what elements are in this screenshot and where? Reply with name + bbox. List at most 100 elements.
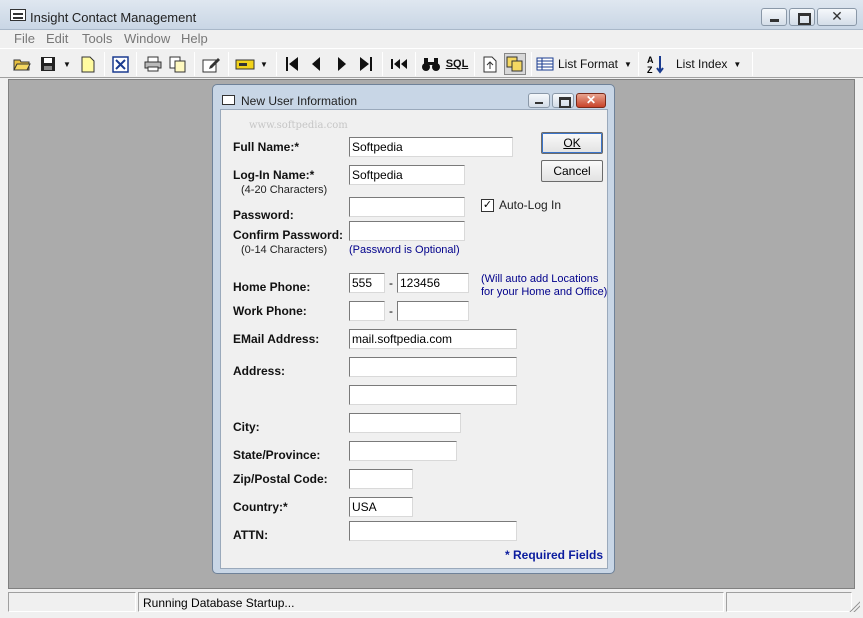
city-label: City:: [233, 420, 260, 434]
country-input[interactable]: [349, 497, 413, 517]
open-folder-icon[interactable]: [12, 53, 32, 75]
toolbar-separator: [531, 52, 532, 76]
app-title: Insight Contact Management: [30, 10, 197, 25]
print-icon[interactable]: [143, 53, 163, 75]
resize-grip-icon[interactable]: [848, 600, 860, 612]
confirm-password-input[interactable]: [349, 221, 465, 241]
email-input[interactable]: [349, 329, 517, 349]
password-optional-note: (Password is Optional): [349, 244, 460, 256]
sql-query-icon[interactable]: SQL: [445, 53, 469, 75]
password-hint: (0-14 Characters): [241, 244, 328, 256]
close-icon: ✕: [585, 93, 597, 107]
cancel-button[interactable]: Cancel: [541, 160, 603, 182]
work-phone-area-input[interactable]: [349, 301, 385, 321]
password-label: Password:: [233, 208, 294, 222]
phone-note-line-2: for your Home and Office): [481, 286, 608, 298]
toolbar-separator: [194, 52, 195, 76]
toolbar-separator: [382, 52, 383, 76]
toolbar-separator: [136, 52, 137, 76]
attn-label: ATTN:: [233, 528, 269, 542]
confirm-password-label: Confirm Password:: [233, 228, 344, 242]
toolbar-separator: [276, 52, 277, 76]
copy-icon[interactable]: [168, 53, 188, 75]
state-input[interactable]: [349, 441, 457, 461]
app-icon: [10, 9, 26, 21]
last-record-icon[interactable]: [356, 53, 376, 75]
menu-file[interactable]: File: [14, 31, 35, 46]
dialog-minimize-button[interactable]: [528, 93, 550, 108]
toolbar-separator: [752, 52, 753, 76]
country-label: Country:*: [233, 500, 288, 514]
home-phone-dash: -: [389, 276, 393, 290]
list-format-button[interactable]: List Format ▼: [536, 53, 632, 75]
full-name-input[interactable]: [349, 137, 513, 157]
toolbar-separator: [638, 52, 639, 76]
zip-input[interactable]: [349, 469, 413, 489]
menu-bar: File Edit Tools Window Help: [0, 30, 863, 48]
status-panel-left: [8, 592, 136, 612]
city-input[interactable]: [349, 413, 461, 433]
work-phone-number-input[interactable]: [397, 301, 469, 321]
svg-text:Z: Z: [647, 65, 653, 74]
required-fields-note: * Required Fields: [505, 548, 604, 562]
password-input[interactable]: [349, 197, 465, 217]
maximize-button[interactable]: [789, 8, 815, 26]
list-index-button[interactable]: List Index ▼: [676, 53, 748, 75]
login-hint: (4-20 Characters): [241, 184, 328, 196]
dialog-controls: ✕: [528, 93, 606, 108]
watermark: www.softpedia.com: [249, 120, 348, 131]
toggle-view-icon[interactable]: [504, 53, 526, 75]
state-label: State/Province:: [233, 448, 321, 462]
dialog-title: New User Information: [241, 94, 358, 108]
home-phone-label: Home Phone:: [233, 280, 311, 294]
menu-window[interactable]: Window: [124, 31, 170, 46]
save-dropdown-icon[interactable]: ▼: [60, 53, 72, 75]
dialog-body: www.softpedia.com Full Name:* Log-In Nam…: [220, 109, 608, 569]
label-dropdown-icon[interactable]: ▼: [257, 53, 269, 75]
dialog-close-button[interactable]: ✕: [576, 93, 606, 108]
dialog-maximize-button[interactable]: [552, 93, 574, 108]
window-controls: ✕: [761, 8, 857, 26]
new-user-dialog: New User Information ✕ www.softpedia.com…: [212, 84, 615, 574]
rewind-icon[interactable]: [388, 53, 410, 75]
sort-az-icon[interactable]: AZ: [645, 53, 667, 75]
close-button[interactable]: ✕: [817, 8, 857, 26]
close-icon: ✕: [831, 8, 843, 24]
delete-icon[interactable]: [110, 53, 130, 75]
work-phone-dash: -: [389, 304, 393, 318]
email-label: EMail Address:: [233, 332, 320, 346]
attn-input[interactable]: [349, 521, 517, 541]
full-name-label: Full Name:*: [233, 140, 300, 154]
login-name-input[interactable]: [349, 165, 465, 185]
home-phone-number-input[interactable]: [397, 273, 469, 293]
document-arrow-icon[interactable]: [480, 53, 500, 75]
next-record-icon[interactable]: [332, 53, 352, 75]
svg-text:A: A: [647, 55, 654, 65]
list-grid-icon: [536, 57, 554, 71]
menu-help[interactable]: Help: [181, 31, 208, 46]
toolbar-separator: [104, 52, 105, 76]
save-icon[interactable]: [38, 53, 58, 75]
edit-record-icon[interactable]: [200, 53, 222, 75]
menu-tools[interactable]: Tools: [82, 31, 112, 46]
address-line-1-input[interactable]: [349, 357, 517, 377]
address-line-2-input[interactable]: [349, 385, 517, 405]
phone-note-line-1: (Will auto add Locations: [481, 273, 599, 285]
status-bar: Running Database Startup...: [0, 590, 863, 618]
toolbar: ▼ ▼ SQL List Format ▼ A Z List Index ▼: [0, 48, 863, 78]
home-phone-area-input[interactable]: [349, 273, 385, 293]
binoculars-search-icon[interactable]: [420, 53, 442, 75]
new-document-icon[interactable]: [78, 53, 98, 75]
menu-edit[interactable]: Edit: [46, 31, 68, 46]
auto-login-checkbox[interactable]: ✓: [481, 199, 494, 212]
chevron-down-icon: ▼: [624, 59, 632, 69]
address-label: Address:: [233, 364, 286, 378]
chevron-down-icon: ▼: [733, 59, 742, 69]
minimize-button[interactable]: [761, 8, 787, 26]
label-tag-icon[interactable]: [234, 53, 256, 75]
ok-button[interactable]: OK: [541, 132, 603, 154]
status-panel-right: [726, 592, 852, 612]
previous-record-icon[interactable]: [306, 53, 326, 75]
toolbar-separator: [228, 52, 229, 76]
first-record-icon[interactable]: [282, 53, 302, 75]
